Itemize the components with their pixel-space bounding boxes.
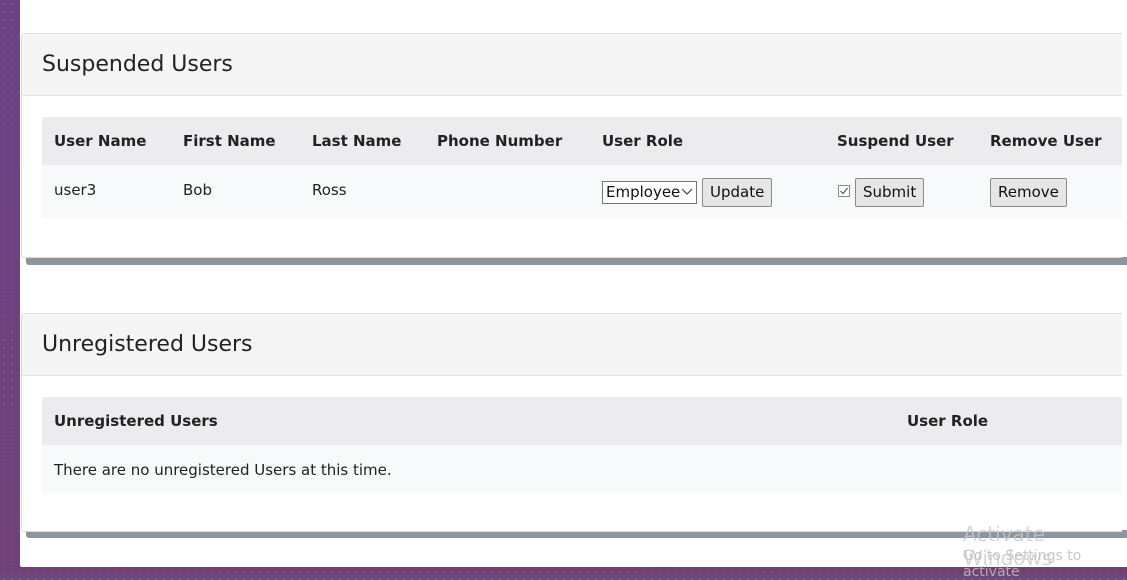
- suspend-user-checkbox[interactable]: [838, 185, 850, 197]
- unregistered-card-header: Unregistered Users: [22, 314, 1122, 376]
- header-user-role: User Role: [602, 132, 684, 150]
- empty-state-message: There are no unregistered Users at this …: [54, 461, 392, 479]
- chevron-down-icon: [681, 188, 693, 195]
- table-row: user3 Bob Ross Employee Update Submit Re…: [42, 165, 1122, 219]
- suspended-users-card: Suspended Users User Name First Name Las…: [21, 33, 1122, 258]
- unregistered-card-title: Unregistered Users: [42, 332, 253, 357]
- submit-suspend-button[interactable]: Submit: [855, 178, 925, 207]
- header-remove-user: Remove User: [990, 132, 1102, 150]
- suspended-table-header: User Name First Name Last Name Phone Num…: [42, 117, 1122, 165]
- suspended-card-title: Suspended Users: [42, 52, 233, 77]
- header-phone-number: Phone Number: [437, 132, 563, 150]
- unregistered-table-header: Unregistered Users User Role: [42, 397, 1122, 445]
- unregistered-users-card: Unregistered Users Unregistered Users Us…: [21, 313, 1122, 532]
- cell-user-name: user3: [54, 181, 97, 199]
- header-unregistered-user-role: User Role: [907, 412, 989, 430]
- suspended-card-shadow: [26, 257, 1127, 265]
- user-role-select[interactable]: Employee: [602, 181, 697, 204]
- remove-user-button[interactable]: Remove: [990, 178, 1067, 207]
- header-last-name: Last Name: [312, 132, 402, 150]
- suspended-users-table: User Name First Name Last Name Phone Num…: [42, 117, 1122, 219]
- user-role-select-value: Employee: [606, 183, 681, 201]
- unregistered-users-table: Unregistered Users User Role There are n…: [42, 397, 1122, 493]
- header-suspend-user: Suspend User: [837, 132, 954, 150]
- suspended-card-header: Suspended Users: [22, 34, 1122, 96]
- update-role-button[interactable]: Update: [702, 178, 773, 207]
- checkmark-icon: [840, 187, 848, 195]
- table-row: There are no unregistered Users at this …: [42, 445, 1122, 493]
- header-user-name: User Name: [54, 132, 147, 150]
- cell-first-name: Bob: [183, 181, 212, 199]
- cell-last-name: Ross: [312, 181, 347, 199]
- activate-windows-subtitle: Go to Settings to activate: [963, 548, 1082, 580]
- header-first-name: First Name: [183, 132, 276, 150]
- header-unregistered-users: Unregistered Users: [54, 412, 218, 430]
